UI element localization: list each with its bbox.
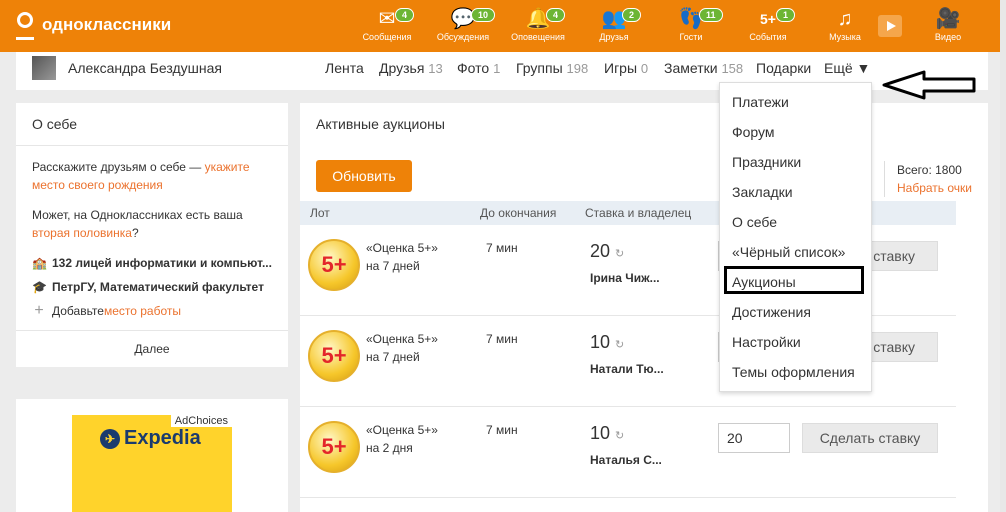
current-bid: 20 ↻ <box>590 241 625 261</box>
adchoices-label[interactable]: AdChoices <box>170 415 232 427</box>
bid-owner[interactable]: Наталья С... <box>590 453 662 467</box>
about-panel: О себе Расскажите друзьям о себе — укажи… <box>16 103 288 367</box>
more-button[interactable]: Далее <box>16 330 288 367</box>
menu-item-about[interactable]: О себе <box>732 214 777 230</box>
music-note-icon: ♫ <box>837 8 853 30</box>
nav-discussions[interactable]: 💬 Обсуждения 10 <box>433 6 496 42</box>
nav-messages[interactable]: ✉ Сообщения 4 <box>357 6 417 42</box>
expedia-ad[interactable]: AdChoices ✈ Expedia <box>72 415 232 512</box>
refresh-small-icon: ↻ <box>615 339 625 351</box>
menu-item-settings[interactable]: Настройки <box>732 334 801 350</box>
expedia-logo: ✈ Expedia <box>100 427 201 450</box>
current-bid: 10 ↻ <box>590 423 625 443</box>
ok-logo-icon <box>14 12 36 40</box>
menu-item-forum[interactable]: Форум <box>732 124 775 140</box>
menu-item-themes[interactable]: Темы оформления <box>732 364 855 380</box>
auctions-panel: Активные аукционы Обновить Всего: 1800 Н… <box>300 103 988 512</box>
auctions-title: Активные аукционы <box>316 116 445 132</box>
lot-name: «Оценка 5+» на 7 дней <box>366 241 438 273</box>
col-bid: Ставка и владелец <box>585 206 692 220</box>
time-left: 7 мин <box>486 332 518 346</box>
nav-music[interactable]: ♫ Музыка <box>815 6 875 42</box>
table-row: 5+ «Оценка 5+» на 2 дня 7 мин 10 ↻ Наталь… <box>300 407 956 498</box>
friends-badge: 2 <box>622 8 642 22</box>
notifications-badge: 4 <box>546 8 566 22</box>
current-bid: 10 ↻ <box>590 332 625 352</box>
odnoklassniki-logo[interactable]: одноклассники <box>14 12 172 40</box>
menu-games[interactable]: Игры 0 <box>604 60 648 76</box>
lot-name: «Оценка 5+» на 7 дней <box>366 332 438 364</box>
more-dropdown-menu: Платежи Форум Праздники Закладки О себе … <box>719 82 872 392</box>
bid-owner[interactable]: Натали Тю... <box>590 362 664 376</box>
col-ends: До окончания <box>480 206 557 220</box>
menu-gifts[interactable]: Подарки <box>756 60 811 76</box>
time-left: 7 мин <box>486 241 518 255</box>
partner-link[interactable]: вторая половинка <box>32 226 132 240</box>
menu-photo[interactable]: Фото 1 <box>457 60 500 76</box>
menu-item-auctions[interactable]: Аукционы <box>732 274 796 290</box>
col-lot: Лот <box>310 206 330 220</box>
annotation-arrow-icon <box>882 70 976 100</box>
five-plus-medal-icon: 5+ <box>308 330 360 382</box>
nav-guests[interactable]: 👣 Гости 11 <box>661 6 723 42</box>
work-link[interactable]: место работы <box>104 302 181 320</box>
university-item[interactable]: 🎓 ПетрГУ, Математический факультет <box>32 278 272 296</box>
menu-groups[interactable]: Группы 198 <box>516 60 588 76</box>
school-icon: 🏫 <box>32 256 47 270</box>
earn-points-link[interactable]: Набрать очки <box>897 179 972 197</box>
play-icon[interactable] <box>878 15 902 37</box>
partner-prompt: Может, на Одноклассниках есть ваша втора… <box>32 208 243 240</box>
messages-badge: 4 <box>395 8 415 22</box>
avatar[interactable] <box>32 56 56 80</box>
bid-owner[interactable]: Ірина Чиж... <box>590 271 660 285</box>
refresh-small-icon: ↻ <box>615 430 625 442</box>
left-sidebar: О себе Расскажите друзьям о себе — укажи… <box>16 103 288 367</box>
ad-panel: AdChoices ✈ Expedia <box>16 399 288 512</box>
graduation-cap-icon: 🎓 <box>32 280 47 294</box>
work-item: + Добавьте место работы <box>32 302 272 320</box>
time-left: 7 мин <box>486 423 518 437</box>
discussions-badge: 10 <box>471 8 496 22</box>
page-scrollbar[interactable] <box>1000 0 1006 512</box>
globe-plane-icon: ✈ <box>100 428 120 449</box>
plus-icon: + <box>34 302 44 319</box>
menu-notes[interactable]: Заметки 158 <box>664 60 743 76</box>
menu-item-achievements[interactable]: Достижения <box>732 304 811 320</box>
total-points: Всего: 1800 <box>897 163 962 177</box>
user-name[interactable]: Александра Бездушная <box>68 60 222 76</box>
menu-item-payments[interactable]: Платежи <box>732 94 789 110</box>
events-badge: 1 <box>776 8 796 22</box>
guests-badge: 11 <box>699 8 723 22</box>
birthplace-prompt: Расскажите друзьям о себе — укажите мест… <box>32 160 250 192</box>
refresh-button[interactable]: Обновить <box>316 160 412 192</box>
points-summary: Всего: 1800 Набрать очки <box>884 161 972 197</box>
nav-events[interactable]: 5+ События 1 <box>738 6 798 42</box>
menu-item-blacklist[interactable]: «Чёрный список» <box>732 244 845 260</box>
nav-friends[interactable]: 👥 Друзья 2 <box>584 6 644 42</box>
lot-name: «Оценка 5+» на 2 дня <box>366 423 438 455</box>
menu-item-bookmarks[interactable]: Закладки <box>732 184 793 200</box>
nav-notifications[interactable]: 🔔 Оповещения 4 <box>508 6 568 42</box>
five-plus-medal-icon: 5+ <box>308 421 360 473</box>
menu-item-holidays[interactable]: Праздники <box>732 154 801 170</box>
place-bid-button[interactable]: Сделать ставку <box>802 423 938 453</box>
refresh-small-icon: ↻ <box>615 248 625 260</box>
five-plus-medal-icon: 5+ <box>308 239 360 291</box>
about-title: О себе <box>16 103 288 146</box>
menu-more[interactable]: Ещё ▼ <box>824 60 870 76</box>
school-item[interactable]: 🏫 132 лицей информатики и компьют... <box>32 254 272 272</box>
nav-video[interactable]: 🎥 Видео <box>918 6 978 42</box>
menu-feed[interactable]: Лента <box>325 60 364 76</box>
logo-text: одноклассники <box>42 15 172 34</box>
menu-friends[interactable]: Друзья 13 <box>379 60 443 76</box>
video-camera-icon: 🎥 <box>935 8 961 30</box>
top-navigation-bar: одноклассники ✉ Сообщения 4 💬 Обсуждения… <box>0 0 1006 52</box>
bid-input[interactable]: 20 <box>718 423 790 453</box>
